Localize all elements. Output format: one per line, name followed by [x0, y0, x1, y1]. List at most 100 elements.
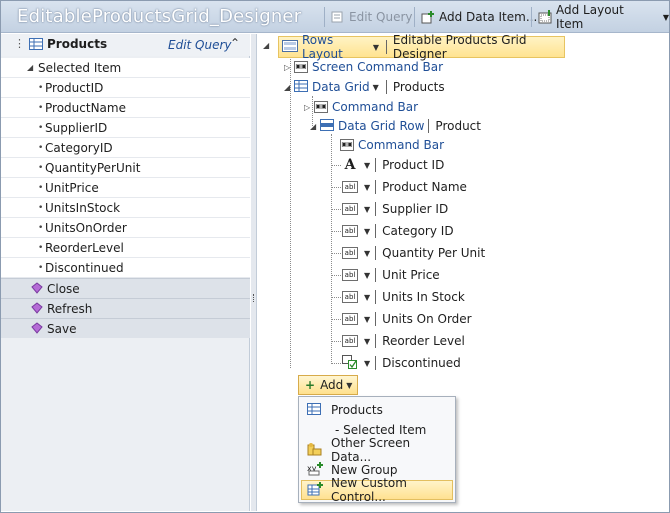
column-node[interactable]: abl ▼ Units On Order: [342, 309, 472, 329]
field-label: UnitsInStock: [45, 200, 121, 215]
divider: [385, 80, 387, 94]
action-row-close[interactable]: Close: [1, 278, 250, 298]
divider: [375, 334, 377, 348]
grid-icon: [307, 402, 321, 418]
field-row[interactable]: • ProductID: [1, 78, 250, 98]
add-button-label: Add: [320, 378, 344, 392]
divider: [375, 224, 377, 238]
field-label: ProductID: [45, 80, 104, 95]
data-grid-row-label: Data Grid Row: [338, 119, 425, 133]
chevron-down-icon[interactable]: ▼: [364, 249, 370, 258]
menu-item-label: Products: [331, 403, 383, 417]
view-model-panel: ⋮ Products Edit Query ⌃ ◢ Selected Item …: [1, 34, 250, 511]
field-row[interactable]: • SupplierID: [1, 118, 250, 138]
column-node[interactable]: abl ▼ Quantity Per Unit: [342, 243, 485, 263]
textbox-icon: abl: [342, 203, 358, 215]
column-node[interactable]: abl ▼ Units In Stock: [342, 287, 465, 307]
edit-query-button[interactable]: Edit Query: [331, 8, 413, 26]
field-row[interactable]: • Discontinued: [1, 258, 250, 278]
add-layout-item-button[interactable]: Add Layout Item ▼: [538, 3, 669, 31]
chevron-down-icon[interactable]: ▼: [364, 271, 370, 280]
chevron-down-icon[interactable]: ▼: [364, 161, 370, 170]
data-grid-label: Data Grid: [312, 80, 370, 94]
action-label: Refresh: [47, 301, 93, 316]
column-node[interactable]: A ▼ Product ID: [342, 155, 445, 175]
collapse-chevron-icon[interactable]: ⌃: [230, 36, 240, 50]
collapsed-triangle-icon[interactable]: ▷: [304, 103, 314, 112]
products-header: ⋮ Products Edit Query ⌃: [1, 34, 250, 56]
chevron-down-icon[interactable]: ▼: [364, 293, 370, 302]
field-row[interactable]: • UnitPrice: [1, 178, 250, 198]
chevron-down-icon[interactable]: ▼: [373, 83, 379, 92]
data-grid-row-source: Product: [435, 119, 481, 133]
method-icon: [31, 302, 43, 317]
column-label: Units In Stock: [382, 290, 465, 304]
splitter-grip[interactable]: [253, 294, 255, 302]
checkbox-icon: [342, 354, 358, 372]
data-grid-row-node[interactable]: ◢ Data Grid Row Product: [310, 116, 481, 136]
column-node[interactable]: abl ▼ Supplier ID: [342, 199, 448, 219]
menu-item-label: New Custom Control...: [331, 476, 407, 504]
chevron-down-icon[interactable]: ▼: [364, 315, 370, 324]
bullet-icon: •: [38, 162, 44, 173]
title-bar: EditableProductsGrid_Designer Edit Query…: [1, 1, 669, 33]
screen-command-bar-label: Screen Command Bar: [312, 60, 444, 74]
column-node[interactable]: abl ▼ Reorder Level: [342, 331, 465, 351]
collapsed-triangle-icon[interactable]: ▷: [284, 63, 294, 72]
field-row[interactable]: • ProductName: [1, 98, 250, 118]
edit-query-link[interactable]: Edit Query: [168, 38, 232, 52]
expanded-triangle-icon[interactable]: ◢: [310, 122, 320, 131]
data-grid-node[interactable]: ◢ Data Grid ▼ Products: [284, 77, 445, 97]
expanded-triangle-icon[interactable]: ◢: [27, 63, 33, 72]
bullet-icon: •: [38, 222, 44, 233]
divider: [375, 356, 377, 370]
selected-item-label: Selected Item: [38, 60, 122, 75]
chevron-down-icon[interactable]: ▼: [373, 43, 379, 52]
menu-item-other-screen-data[interactable]: Other Screen Data...: [301, 436, 453, 464]
grid-command-bar-node[interactable]: ▷ ▣▣ Command Bar: [304, 97, 418, 117]
divider: [375, 268, 377, 282]
column-label: Product ID: [382, 158, 445, 172]
action-row-save[interactable]: Save: [1, 318, 250, 338]
column-label: Units On Order: [382, 312, 472, 326]
chevron-down-icon[interactable]: ▼: [364, 337, 370, 346]
field-row[interactable]: • UnitsInStock: [1, 198, 250, 218]
column-node[interactable]: ▼ Discontinued: [342, 353, 461, 373]
add-button[interactable]: + Add ▼: [298, 375, 358, 395]
textbox-icon: abl: [342, 291, 358, 303]
textbox-icon: abl: [342, 269, 358, 281]
field-label: Discontinued: [45, 260, 124, 275]
root-expanded-icon[interactable]: ◢: [263, 41, 269, 50]
expanded-triangle-icon[interactable]: ◢: [284, 83, 294, 92]
column-node[interactable]: abl ▼ Unit Price: [342, 265, 440, 285]
panel-splitter[interactable]: [251, 34, 257, 511]
tree-line: [331, 319, 341, 320]
column-node[interactable]: abl ▼ Product Name: [342, 177, 467, 197]
column-label: Quantity Per Unit: [382, 246, 486, 260]
selected-item-row[interactable]: ◢ Selected Item: [1, 58, 250, 78]
other-data-icon: [307, 442, 323, 459]
rows-layout-root[interactable]: Rows Layout ▼ Editable Products Grid Des…: [278, 33, 565, 61]
menu-item-new-custom-control[interactable]: New Custom Control...: [301, 476, 453, 504]
chevron-down-icon[interactable]: ▼: [364, 205, 370, 214]
field-row[interactable]: • UnitsOnOrder: [1, 218, 250, 238]
command-bar-icon: ▣▣: [314, 101, 328, 113]
field-row[interactable]: • CategoryID: [1, 138, 250, 158]
toolbar-separator: [414, 7, 415, 27]
bullet-icon: •: [38, 142, 44, 153]
data-grid-source: Products: [392, 80, 445, 94]
add-data-item-button[interactable]: Add Data Item...: [421, 8, 537, 26]
chevron-down-icon[interactable]: ▼: [364, 227, 370, 236]
chevron-down-icon[interactable]: ▼: [364, 183, 370, 192]
chevron-down-icon[interactable]: ▼: [364, 359, 370, 368]
action-row-refresh[interactable]: Refresh: [1, 298, 250, 318]
field-row[interactable]: • QuantityPerUnit: [1, 158, 250, 178]
column-node[interactable]: abl ▼ Category ID: [342, 221, 454, 241]
tree-line: [331, 297, 341, 298]
command-bar-icon: ▣▣: [294, 61, 308, 73]
menu-item-products[interactable]: Products: [301, 400, 453, 420]
row-command-bar-node[interactable]: ▣▣ Command Bar: [340, 135, 444, 155]
field-row[interactable]: • ReorderLevel: [1, 238, 250, 258]
drag-handle-icon[interactable]: ⋮: [14, 37, 25, 50]
screen-command-bar-node[interactable]: ▷ ▣▣ Screen Command Bar: [284, 57, 443, 77]
